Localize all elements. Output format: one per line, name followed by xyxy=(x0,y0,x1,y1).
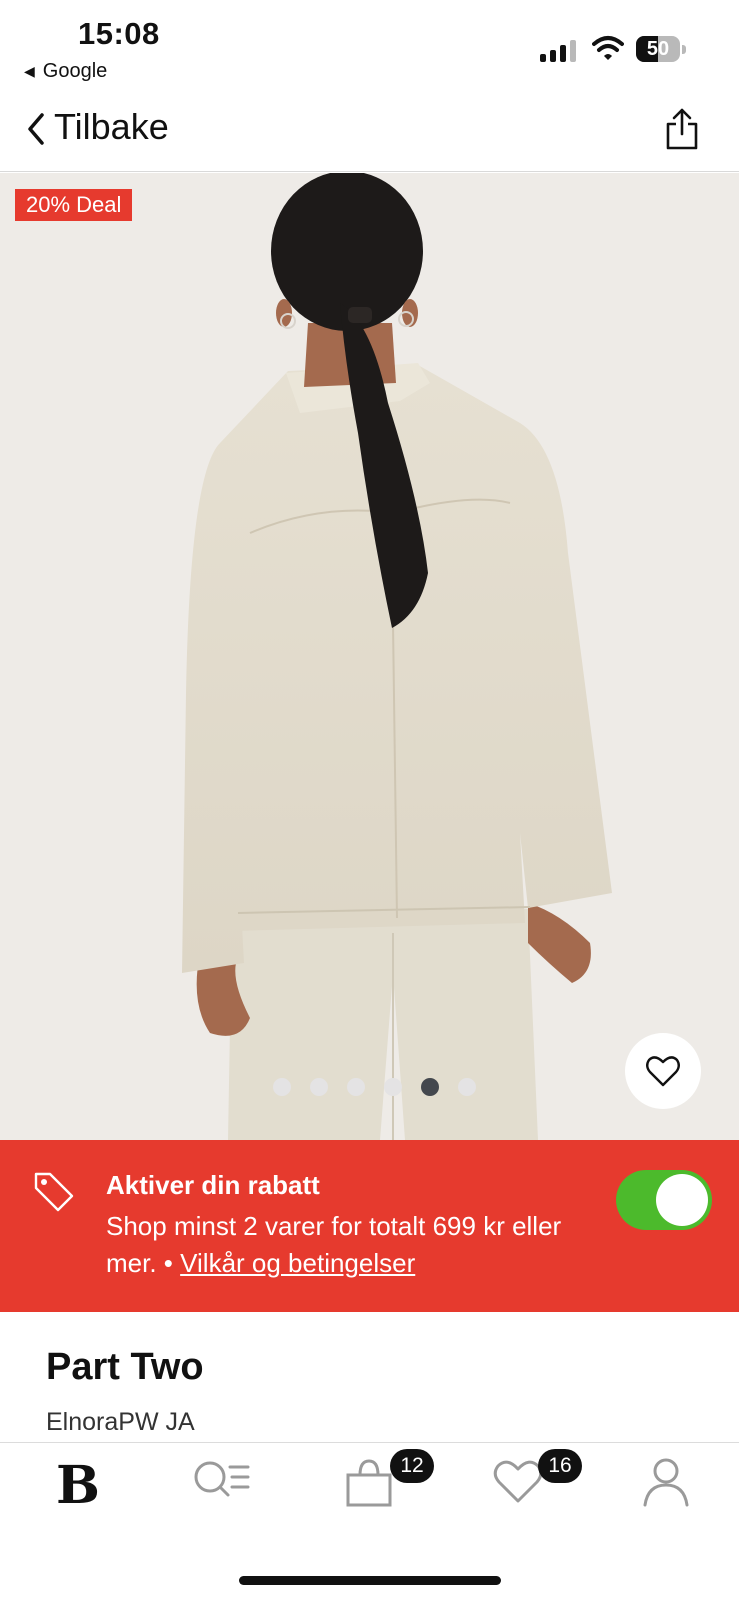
carousel-dot[interactable] xyxy=(309,1078,328,1096)
carousel-dot[interactable] xyxy=(420,1078,439,1096)
discount-banner: Aktiver din rabatt Shop minst 2 varer fo… xyxy=(0,1140,739,1312)
carousel-dot[interactable] xyxy=(346,1078,365,1096)
tab-cart[interactable]: 12 xyxy=(344,1449,434,1527)
tab-wishlist[interactable]: 16 xyxy=(492,1449,582,1527)
user-profile-icon xyxy=(643,1458,689,1507)
status-bar: 15:08 ◀ Google 50 xyxy=(0,0,739,92)
battery-icon: 50 xyxy=(636,36,686,62)
product-photo xyxy=(182,173,612,1140)
back-button-label: Tilbake xyxy=(54,106,169,147)
cart-count-badge: 12 xyxy=(390,1449,434,1483)
home-tab-logo[interactable]: B xyxy=(56,1455,100,1516)
status-time: 15:08 xyxy=(78,16,160,51)
carousel-dot[interactable] xyxy=(272,1078,291,1096)
product-name: ElnoraPW JA xyxy=(46,1408,195,1436)
heart-outline-icon xyxy=(493,1460,543,1503)
back-triangle-icon: ◀ xyxy=(24,63,35,79)
promo-title: Aktiver din rabatt xyxy=(106,1170,320,1200)
search-list-icon xyxy=(194,1461,250,1497)
product-image-carousel[interactable]: 20% Deal xyxy=(0,173,739,1140)
carousel-dot[interactable] xyxy=(457,1078,476,1096)
wishlist-count-badge: 16 xyxy=(538,1449,582,1483)
back-to-app-link[interactable]: ◀ Google xyxy=(24,60,107,83)
terms-link[interactable]: Vilkår og betingelser xyxy=(180,1248,415,1278)
carousel-dot[interactable] xyxy=(383,1078,402,1096)
discount-toggle[interactable] xyxy=(616,1170,712,1230)
heart-icon xyxy=(646,1056,680,1087)
home-indicator[interactable] xyxy=(239,1576,501,1585)
back-button[interactable]: Tilbake xyxy=(22,106,169,148)
favorite-button[interactable] xyxy=(625,1033,701,1109)
tab-profile[interactable] xyxy=(642,1457,722,1527)
back-app-label: Google xyxy=(42,60,108,82)
chevron-left-icon xyxy=(28,113,44,145)
shopping-bag-icon xyxy=(346,1459,392,1507)
battery-percentage: 50 xyxy=(646,38,670,60)
wifi-icon xyxy=(592,36,624,60)
cellular-signal-icon xyxy=(540,38,578,62)
nav-header: Tilbake xyxy=(0,92,739,172)
tab-search[interactable] xyxy=(192,1457,272,1527)
toggle-knob xyxy=(656,1174,708,1226)
deal-badge: 20% Deal xyxy=(15,189,133,221)
promo-text: Shop minst 2 varer for totalt 699 kr ell… xyxy=(106,1208,596,1282)
product-brand: Part Two xyxy=(46,1346,204,1388)
share-icon[interactable] xyxy=(664,106,700,150)
price-tag-icon xyxy=(34,1172,74,1212)
